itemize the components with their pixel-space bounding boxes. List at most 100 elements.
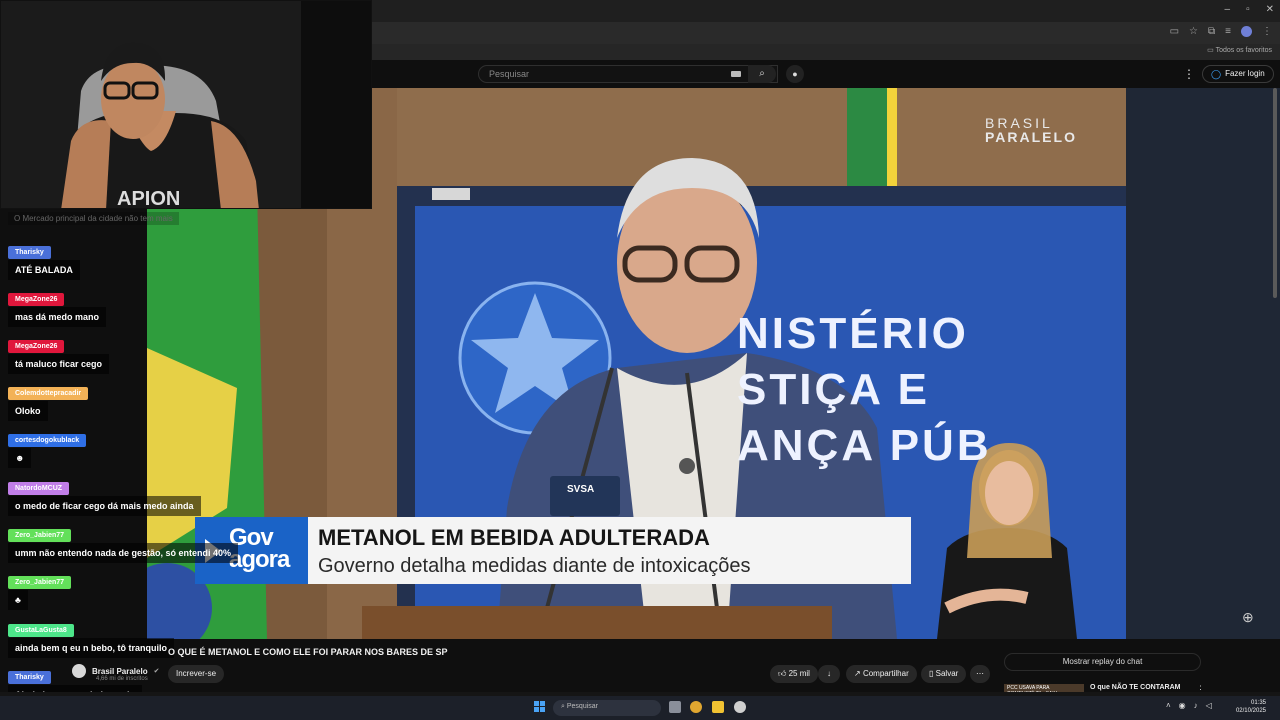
ministry-wall-text: NISTÉRIO STIÇA E ANÇA PÚB bbox=[737, 306, 992, 474]
all-bookmarks-label: Todos os favoritos bbox=[1215, 47, 1272, 54]
like-count: 25 mil bbox=[788, 669, 810, 678]
media-icon[interactable]: ≡ bbox=[1225, 26, 1231, 37]
extensions-icon[interactable]: ⧉ bbox=[1208, 26, 1215, 37]
svg-text:APION: APION bbox=[117, 188, 180, 209]
chat-message-faded: O Mercado principal da cidade não tem ma… bbox=[8, 212, 179, 225]
address-bar-icons: ▭ ☆ ⧉ ≡ ⋮ bbox=[1170, 26, 1272, 37]
channel-subscriber-count: 4,66 mi de inscritos bbox=[96, 676, 148, 682]
thumbs-up-icon: 👍︎ bbox=[778, 669, 789, 678]
chat-emote-icon: ☻ bbox=[8, 448, 32, 468]
login-label: Fazer login bbox=[1225, 69, 1265, 78]
save-button[interactable]: ▯ Salvar bbox=[921, 665, 967, 683]
chat-message: MegaZone26 tá maluco ficar cego bbox=[8, 335, 110, 374]
wall-line2: STIÇA E bbox=[737, 365, 930, 414]
chat-message: Colemdottepracadir Oloko bbox=[8, 382, 89, 421]
share-icon: ↗ bbox=[854, 669, 863, 678]
folder-icon: ▭ bbox=[1207, 47, 1216, 54]
taskbar-clock[interactable]: 01:35 02/10/2025 bbox=[1226, 699, 1266, 715]
chat-username[interactable]: Zero_Jabien77 bbox=[8, 529, 72, 542]
video-side-background bbox=[1126, 88, 1280, 639]
share-button[interactable]: ↗ Compartilhar bbox=[846, 665, 917, 683]
chat-username[interactable]: Tharisky bbox=[8, 246, 51, 259]
channel-name[interactable]: Brasil Paralelo bbox=[92, 667, 148, 676]
verified-icon: ✔ bbox=[153, 668, 160, 675]
chat-message: cortesdogokublack ☻ bbox=[8, 429, 87, 468]
chat-username[interactable]: MegaZone26 bbox=[8, 293, 65, 306]
minimize-icon[interactable]: – bbox=[1225, 4, 1231, 15]
microphone-icon: ● bbox=[792, 69, 798, 79]
clock-time: 01:35 bbox=[1250, 700, 1266, 706]
chevron-up-icon[interactable]: ˄ bbox=[1166, 701, 1171, 710]
voice-search-button[interactable]: ● bbox=[786, 65, 804, 83]
taskbar-search[interactable]: ⌕ Pesquisar bbox=[553, 700, 661, 716]
lectern-badge: SVSA bbox=[567, 484, 595, 495]
chrome-icon[interactable] bbox=[690, 701, 702, 713]
chat-message: GustaLaGusta8 ainda bem q eu n bebo, tô … bbox=[8, 619, 175, 658]
like-button[interactable]: 👍︎ 25 mil bbox=[770, 665, 818, 683]
chat-username[interactable]: cortesdogokublack bbox=[8, 434, 87, 447]
maximize-icon[interactable]: ▫ bbox=[1246, 4, 1250, 15]
bookmark-icon: ▯ bbox=[929, 669, 936, 678]
chat-message: Tharisky ATÉ BALADA bbox=[8, 241, 80, 280]
more-icon: ⋯ bbox=[976, 669, 984, 678]
chat-username[interactable]: Zero_Jabien77 bbox=[8, 576, 72, 589]
chat-username[interactable]: NatordoMCUZ bbox=[8, 482, 70, 495]
chat-text: Oloko bbox=[8, 401, 48, 421]
cast-icon[interactable]: ▭ bbox=[1170, 26, 1179, 37]
windows-start-icon[interactable] bbox=[534, 701, 546, 713]
browser-menu-icon[interactable]: ⋮ bbox=[1262, 26, 1272, 37]
recommended-title[interactable]: O que NÃO TE CONTARAM bbox=[1090, 684, 1180, 691]
wall-line1: NISTÉRIO bbox=[737, 309, 969, 358]
file-explorer-icon[interactable] bbox=[712, 701, 724, 713]
show-chat-replay-button[interactable]: Mostrar replay do chat bbox=[1004, 653, 1201, 671]
search-button[interactable]: ⌕ bbox=[748, 65, 776, 83]
chat-text: tá maluco ficar cego bbox=[8, 354, 110, 374]
settings-menu-icon[interactable]: ⋮ bbox=[1183, 67, 1195, 81]
save-label: Salvar bbox=[935, 669, 959, 678]
brasil-paralelo-watermark: BRASIL PARALELO bbox=[985, 116, 1077, 144]
news-lower-third: Gov agora METANOL EM BEBIDA ADULTERADA G… bbox=[195, 517, 911, 584]
chat-text: o medo de ficar cego dá mais medo ainda bbox=[8, 496, 201, 516]
page-scrollbar[interactable] bbox=[1273, 88, 1277, 298]
settings-app-icon[interactable] bbox=[734, 701, 746, 713]
share-label: Compartilhar bbox=[862, 669, 909, 678]
task-view-icon[interactable] bbox=[669, 701, 681, 713]
chat-message: Zero_Jabien77 ♣ bbox=[8, 571, 72, 610]
chat-username[interactable]: MegaZone26 bbox=[8, 340, 65, 353]
chat-text: ATÉ BALADA bbox=[8, 260, 80, 280]
dislike-button[interactable]: ↓ bbox=[818, 665, 840, 683]
network-icon[interactable]: ◉ bbox=[1179, 701, 1186, 710]
window-controls: – ▫ ✕ bbox=[1225, 4, 1275, 15]
volume-icon[interactable]: ◁ bbox=[1206, 701, 1212, 710]
chat-text: mas dá medo mano bbox=[8, 307, 107, 327]
all-bookmarks-button[interactable]: ▭ Todos os favoritos bbox=[1207, 46, 1272, 54]
search-icon: ⌕ bbox=[759, 68, 765, 79]
brand-line1: BRASIL bbox=[985, 115, 1053, 131]
taskbar-search-label: Pesquisar bbox=[566, 703, 599, 710]
keyboard-icon[interactable] bbox=[731, 71, 741, 77]
system-tray: ˄ ◉ ♪ ◁ bbox=[1166, 701, 1212, 710]
chat-username[interactable]: GustaLaGusta8 bbox=[8, 624, 74, 637]
close-icon[interactable]: ✕ bbox=[1266, 4, 1274, 15]
chat-text: umm não entendo nada de gestão, só enten… bbox=[8, 543, 239, 563]
profile-avatar[interactable] bbox=[1241, 26, 1252, 37]
chat-message: MegaZone26 mas dá medo mano bbox=[8, 288, 107, 327]
thumbs-down-icon: ↓ bbox=[827, 669, 831, 678]
picture-in-picture-icon[interactable]: ⊕ bbox=[1242, 609, 1254, 626]
login-button[interactable]: ◯ Fazer login bbox=[1202, 65, 1274, 83]
bookmark-star-icon[interactable]: ☆ bbox=[1189, 26, 1198, 37]
chat-message: Zero_Jabien77 umm não entendo nada de ge… bbox=[8, 524, 239, 563]
lower-third-text: METANOL EM BEBIDA ADULTERADA Governo det… bbox=[308, 517, 911, 584]
account-icon: ◯ bbox=[1211, 69, 1222, 79]
subscribe-button[interactable]: Increver-se bbox=[168, 665, 225, 683]
chat-message: NatordoMCUZ o medo de ficar cego dá mais… bbox=[8, 477, 201, 516]
chat-emote-icon: ♣ bbox=[8, 590, 28, 610]
chat-username[interactable]: Colemdottepracadir bbox=[8, 387, 89, 400]
clock-date: 02/10/2025 bbox=[1235, 708, 1266, 714]
microphone-icon[interactable]: ♪ bbox=[1194, 701, 1198, 710]
channel-avatar[interactable] bbox=[72, 664, 86, 678]
wall-line3: ANÇA PÚB bbox=[737, 421, 992, 470]
chat-username[interactable]: Tharisky bbox=[8, 671, 51, 684]
chat-text: ainda bem q eu n bebo, tô tranquilo bbox=[8, 638, 175, 658]
more-actions-button[interactable]: ⋯ bbox=[970, 665, 990, 683]
